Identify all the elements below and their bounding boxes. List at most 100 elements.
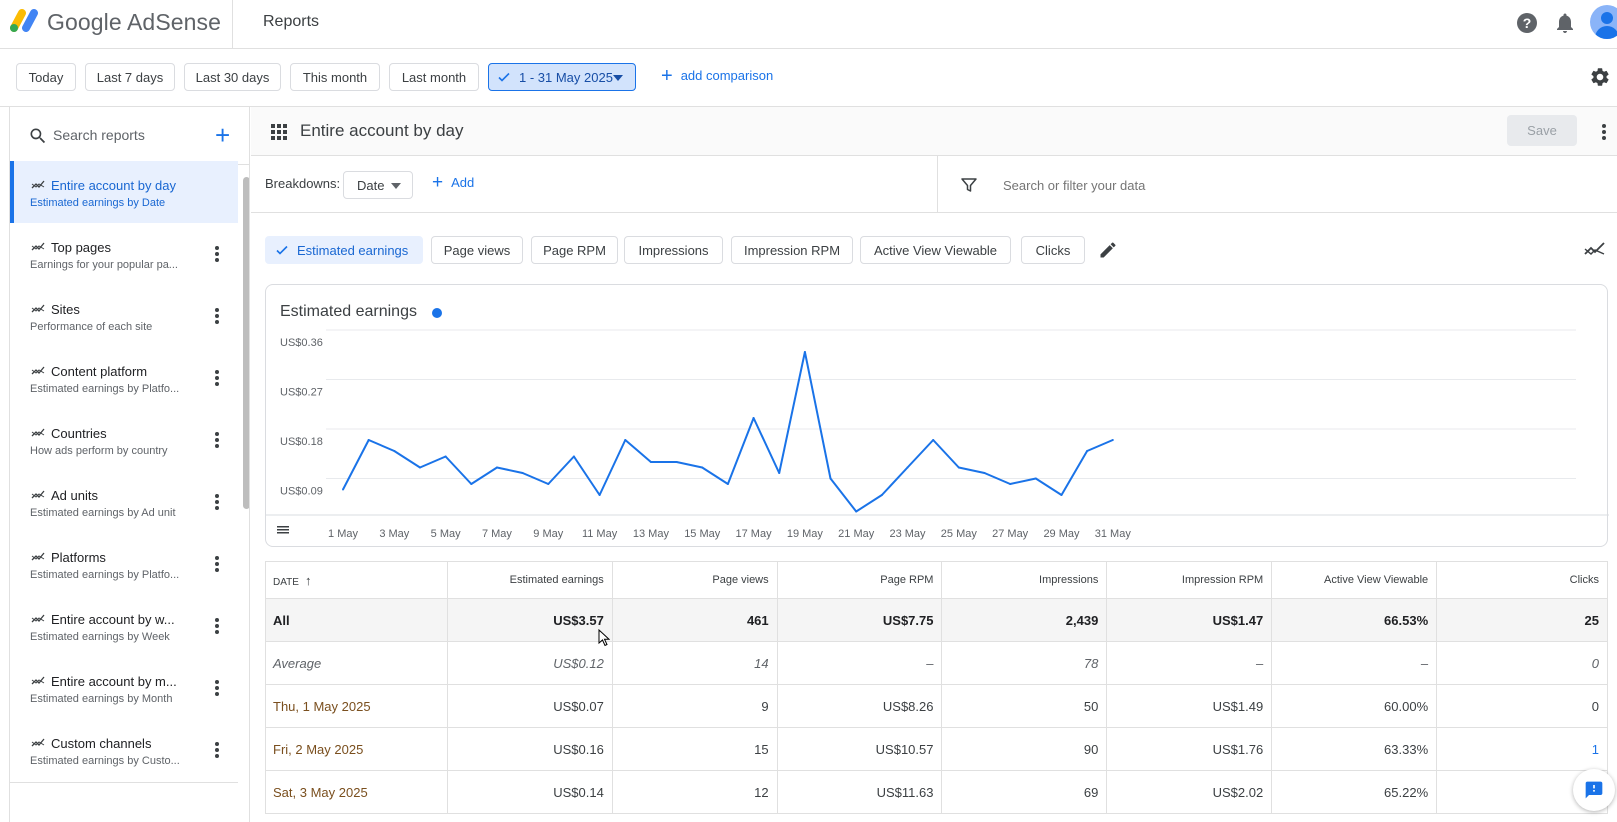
help-icon[interactable]: ?	[1515, 11, 1539, 35]
metric-chip-page-rpm[interactable]: Page RPM	[531, 236, 618, 264]
series-line[interactable]	[342, 351, 1114, 513]
more-vert-icon[interactable]	[214, 307, 220, 325]
sidebar-report-item[interactable]: Countries How ads perform by country	[10, 409, 238, 473]
data-point[interactable]	[1111, 439, 1114, 441]
data-point[interactable]	[1009, 483, 1012, 485]
report-item-title: Custom channels	[51, 736, 152, 751]
column-header[interactable]: Estimated earnings	[446, 561, 613, 599]
sort-arrow-up-icon[interactable]: ↑	[305, 573, 312, 588]
data-point[interactable]	[393, 450, 396, 452]
column-header-date[interactable]: DATE ↑	[265, 561, 448, 599]
metric-chip-active-view-viewable[interactable]: Active View Viewable	[860, 236, 1011, 264]
data-point[interactable]	[444, 455, 447, 458]
data-point[interactable]	[855, 510, 858, 513]
data-point[interactable]	[649, 461, 652, 463]
date-preset-last-7-days[interactable]: Last 7 days	[85, 63, 175, 91]
sidebar-report-item[interactable]: Ad units Estimated earnings by Ad unit	[10, 471, 238, 535]
data-point[interactable]	[470, 483, 473, 485]
more-vert-icon[interactable]	[214, 679, 220, 697]
sidebar-report-item[interactable]: Sites Performance of each site	[10, 285, 238, 349]
sidebar-report-item[interactable]: Platforms Estimated earnings by Platfo...	[10, 533, 238, 597]
column-header[interactable]: Impressions	[941, 561, 1108, 599]
data-point[interactable]	[1086, 450, 1089, 452]
column-header[interactable]: Active View Viewable	[1271, 561, 1438, 599]
column-header[interactable]: Page RPM	[776, 561, 943, 599]
data-point[interactable]	[983, 472, 986, 474]
add-breakdown-button[interactable]: + Add	[432, 173, 474, 192]
data-point[interactable]	[572, 455, 575, 458]
more-vert-icon[interactable]	[214, 741, 220, 759]
sidebar-report-item[interactable]: Entire account by day Estimated earnings …	[10, 161, 238, 225]
search-reports-input[interactable]: Search reports	[53, 127, 145, 143]
date-preset-last-30-days[interactable]: Last 30 days	[184, 63, 281, 91]
data-point[interactable]	[726, 483, 729, 485]
metric-chip-impressions[interactable]: Impressions	[624, 236, 723, 264]
data-point[interactable]	[778, 472, 781, 474]
search-row: Search reports +	[10, 107, 249, 165]
data-point[interactable]	[495, 466, 498, 469]
table-header-row: DATE ↑ Estimated earnings Page views Page…	[265, 561, 1608, 599]
filter-search-input[interactable]	[1003, 175, 1563, 195]
data-point[interactable]	[675, 461, 678, 463]
sidebar-report-item[interactable]: Top pages Earnings for your popular pa...	[10, 223, 238, 287]
search-icon	[30, 128, 46, 144]
date-preset-last-month[interactable]: Last month	[389, 63, 479, 91]
date-preset-today[interactable]: Today	[16, 63, 76, 91]
data-point[interactable]	[367, 439, 370, 441]
metric-chip-estimated-earnings[interactable]: Estimated earnings	[265, 236, 423, 264]
data-point[interactable]	[803, 351, 806, 353]
sidebar-report-item[interactable]: Entire account by w... Estimated earnings…	[10, 595, 238, 659]
edit-icon[interactable]	[1098, 240, 1118, 260]
data-point[interactable]	[598, 494, 601, 496]
x-tick-label: 3 May	[379, 528, 409, 540]
more-vert-icon[interactable]	[1601, 123, 1607, 141]
data-point[interactable]	[1034, 477, 1037, 480]
trend-icon[interactable]	[1584, 241, 1606, 257]
more-vert-icon[interactable]	[214, 493, 220, 511]
sidebar-report-item[interactable]: Content platform Estimated earnings by Pl…	[10, 347, 238, 411]
notifications-icon[interactable]	[1553, 11, 1577, 35]
data-point[interactable]	[701, 466, 704, 469]
date-range-selector[interactable]: 1 - 31 May 2025	[488, 63, 636, 91]
date-preset-this-month[interactable]: This month	[290, 63, 380, 91]
sidebar-report-item[interactable]: Entire account by m... Estimated earnings…	[10, 657, 238, 721]
column-header[interactable]: Impression RPM	[1106, 561, 1273, 599]
settings-icon[interactable]	[1589, 66, 1611, 88]
more-vert-icon[interactable]	[214, 617, 220, 635]
feedback-button[interactable]	[1573, 769, 1615, 811]
data-point[interactable]	[547, 483, 550, 485]
data-point[interactable]	[906, 466, 909, 469]
add-comparison-button[interactable]: + add comparison	[661, 66, 773, 86]
apps-icon[interactable]	[271, 124, 287, 140]
more-vert-icon[interactable]	[214, 431, 220, 449]
metric-chip-clicks[interactable]: Clicks	[1021, 236, 1085, 264]
data-point[interactable]	[521, 472, 524, 474]
sidebar-scrollbar[interactable]	[240, 165, 249, 822]
data-point[interactable]	[752, 417, 755, 419]
more-vert-icon[interactable]	[214, 555, 220, 573]
data-point[interactable]	[932, 439, 935, 441]
sidebar-report-item[interactable]: Custom channels Estimated earnings by Cus…	[10, 719, 238, 783]
avatar[interactable]	[1590, 5, 1617, 39]
reports-sidebar: Search reports + Entire account by day Es…	[9, 107, 250, 822]
more-vert-icon[interactable]	[214, 369, 220, 387]
more-vert-icon[interactable]	[214, 245, 220, 263]
column-header[interactable]: Page views	[611, 561, 778, 599]
save-button[interactable]: Save	[1507, 115, 1577, 146]
data-point[interactable]	[829, 477, 832, 480]
metric-chip-page-views[interactable]: Page views	[431, 236, 523, 264]
metric-chip-impression-rpm[interactable]: Impression RPM	[731, 236, 853, 264]
table-cell-link[interactable]: 1	[1436, 727, 1608, 771]
data-point[interactable]	[880, 494, 883, 496]
data-point[interactable]	[1060, 494, 1063, 496]
legend-toggle-icon[interactable]	[277, 526, 289, 534]
table-cell: US$8.26	[776, 684, 943, 728]
data-point[interactable]	[418, 466, 421, 469]
breakdown-date-dropdown[interactable]: Date	[343, 171, 413, 199]
column-header[interactable]: Clicks	[1436, 561, 1608, 599]
data-point[interactable]	[957, 466, 960, 469]
scrollbar-thumb[interactable]	[243, 177, 249, 509]
new-report-button[interactable]: +	[215, 122, 230, 148]
data-point[interactable]	[624, 439, 627, 441]
data-point[interactable]	[342, 488, 344, 491]
